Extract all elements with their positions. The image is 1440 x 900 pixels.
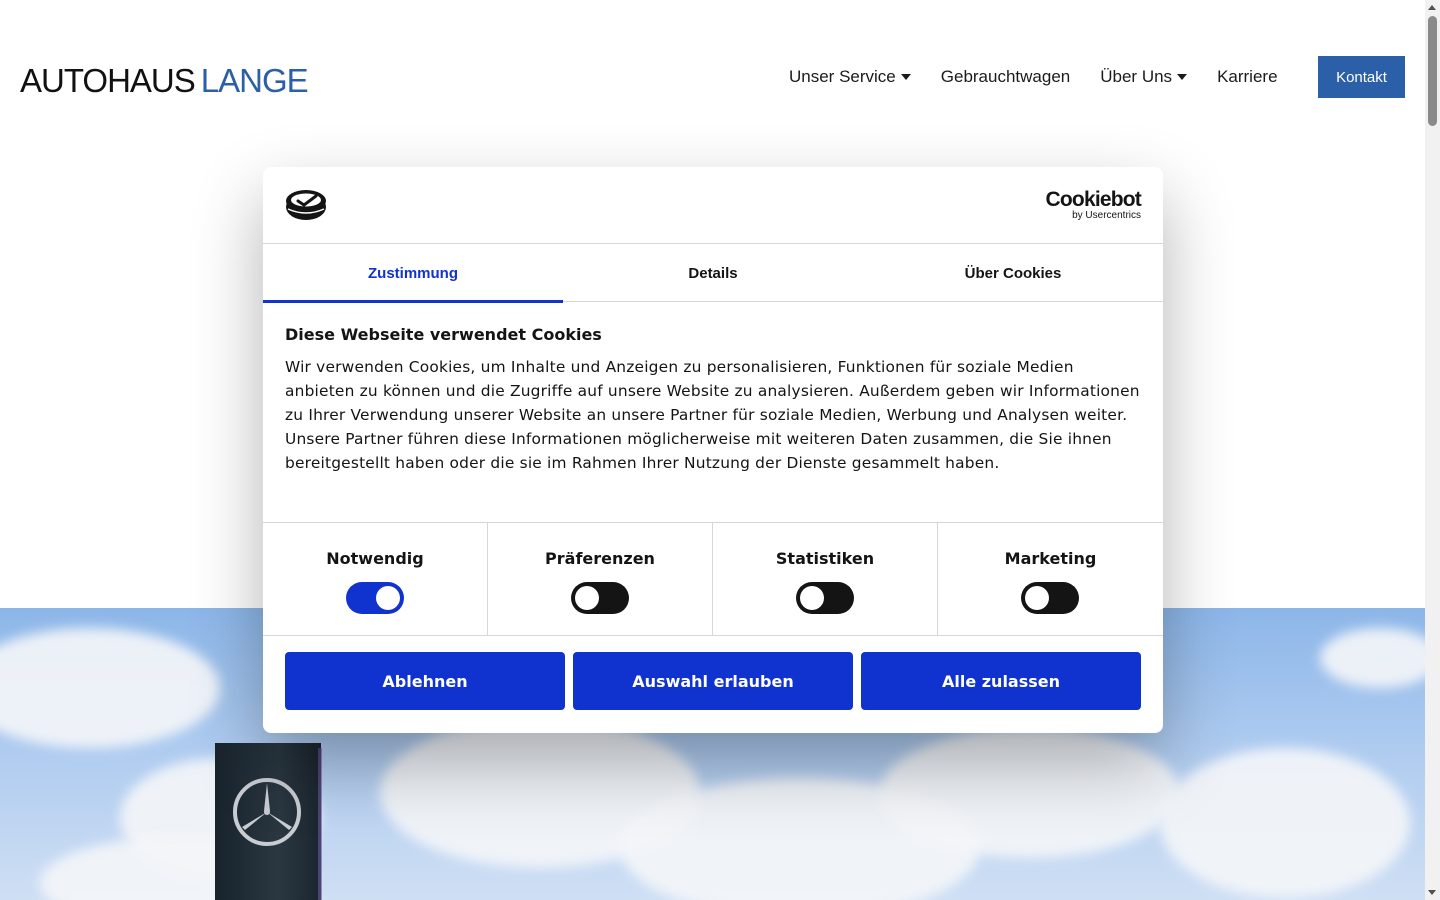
allow-all-button[interactable]: Alle zulassen [861,652,1141,710]
toggle-label: Präferenzen [545,549,655,568]
nav-item-gebrauchtwagen[interactable]: Gebrauchtwagen [941,67,1070,87]
logo-autohaus: AUTOHAUS [20,62,196,99]
allow-selection-button[interactable]: Auswahl erlauben [573,652,853,710]
main-nav: Unser Service Gebrauchtwagen Über Uns Ka… [789,56,1308,98]
toggle-cell-statistiken: Statistiken [713,523,938,636]
tab-zustimmung[interactable]: Zustimmung [263,244,563,303]
cookie-consent-dialog: Cookiebot by Usercentrics Zustimmung Det… [263,167,1163,733]
nav-item-label: Gebrauchtwagen [940,67,1071,86]
cookiebot-wordmark: Cookiebot [1045,188,1142,211]
scroll-up-icon[interactable] [1428,5,1436,10]
caret-down-icon [900,74,911,80]
contact-button[interactable]: Kontakt [1318,56,1405,98]
toggle-cell-notwendig: Notwendig [263,523,488,636]
cookiebot-logo: Cookiebot by Usercentrics [1037,188,1142,221]
toggle-label: Marketing [1004,549,1097,568]
page-scrollbar[interactable] [1425,0,1440,900]
consent-toggles: Notwendig Präferenzen Statistiken Market… [263,522,1163,636]
logo-lange: LANGE [200,62,309,99]
toggle-notwendig[interactable] [346,582,404,614]
toggle-cell-marketing: Marketing [938,523,1163,636]
dialog-tabs: Zustimmung Details Über Cookies [263,244,1163,303]
toggle-cell-praeferenzen: Präferenzen [488,523,713,636]
toggle-label: Statistiken [775,549,875,568]
toggle-statistiken[interactable] [796,582,854,614]
dialog-title: Diese Webseite verwendet Cookies [285,325,602,344]
site-logo[interactable]: AUTOHAUS LANGE [20,62,309,100]
toggle-label: Notwendig [326,549,424,568]
cookiebot-subline: by Usercentrics [1072,210,1141,221]
toggle-marketing[interactable] [1021,582,1079,614]
cookiebot-icon [286,190,326,220]
site-header: AUTOHAUS LANGE Unser Service Gebrauchtwag… [0,0,1425,160]
nav-item-unser-service[interactable]: Unser Service [789,67,911,87]
dialog-description: Wir verwenden Cookies, um Inhalte und An… [285,358,1140,472]
nav-item-ueber-uns[interactable]: Über Uns [1100,67,1188,87]
toggle-praeferenzen[interactable] [571,582,629,614]
nav-item-label: Karriere [1217,67,1278,86]
dialog-buttons: Ablehnen Auswahl erlauben Alle zulassen [285,652,1141,710]
tab-details[interactable]: Details [563,244,863,302]
tab-ueber-cookies[interactable]: Über Cookies [863,244,1163,302]
decline-button[interactable]: Ablehnen [285,652,565,710]
nav-item-karriere[interactable]: Karriere [1217,67,1277,87]
caret-down-icon [1177,74,1188,80]
scroll-thumb[interactable] [1428,16,1437,126]
nav-item-label: Über Uns [1100,67,1173,86]
scroll-down-icon[interactable] [1428,890,1436,895]
mercedes-star-icon [233,778,301,846]
nav-item-label: Unser Service [789,67,896,86]
dialog-header: Cookiebot by Usercentrics [263,167,1163,244]
